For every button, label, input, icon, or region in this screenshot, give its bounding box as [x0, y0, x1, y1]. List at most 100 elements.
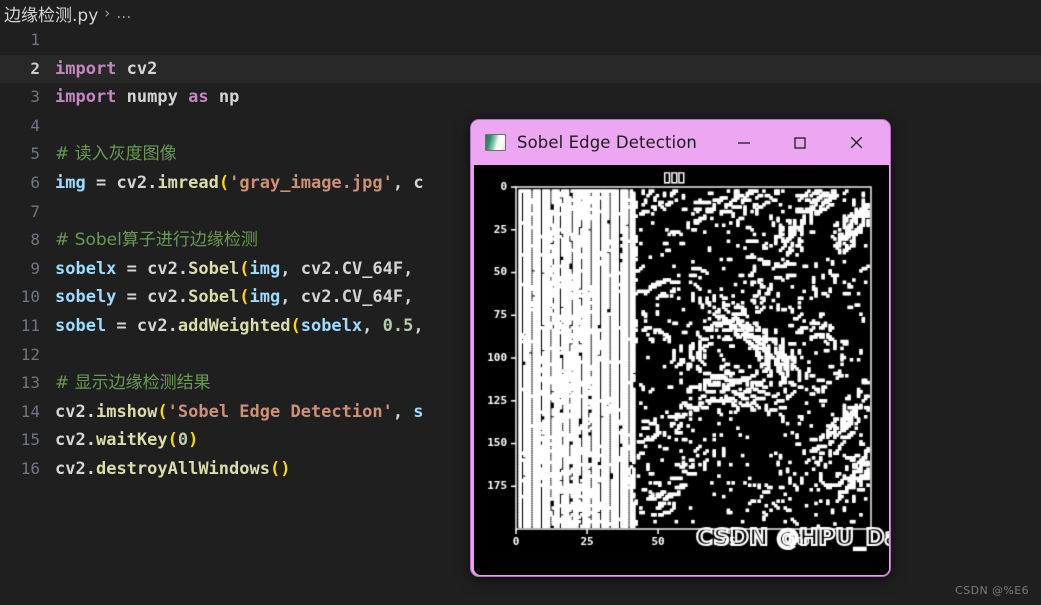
token-id: cv2: [300, 287, 332, 308]
token-op: .: [147, 172, 158, 193]
token-op: =: [116, 258, 148, 279]
code-text: img = cv2.imread('gray_image.jpg', c: [55, 169, 424, 198]
token-op: .: [167, 315, 178, 336]
token-id: cv2: [136, 315, 168, 336]
line-number: 11: [20, 315, 40, 335]
token-str: 'Sobel Edge Detection': [167, 401, 393, 422]
token-op: .: [85, 401, 96, 422]
app-root: 边缘检测.py › … 1 2 import cv2 3 import numpy as…: [0, 0, 1041, 605]
token-op: [178, 87, 188, 107]
token-var: img: [249, 258, 281, 279]
breadcrumb-more-button[interactable]: …: [116, 4, 132, 22]
token-par: (: [167, 430, 178, 451]
token-fn: Sobel: [188, 258, 240, 279]
code-text: import cv2: [55, 55, 157, 84]
csdn-watermark: CSDN @%E6: [955, 584, 1029, 597]
token-var: img: [55, 172, 86, 193]
token-cmt: # 读入灰度图像: [55, 144, 177, 165]
window-controls: [716, 120, 884, 165]
breadcrumb-filename[interactable]: 边缘检测.py: [4, 1, 98, 26]
code-line[interactable]: 1: [0, 26, 1041, 55]
token-id: cv2: [55, 430, 86, 451]
token-id: numpy: [126, 87, 178, 108]
code-line[interactable]: 3 import numpy as np: [0, 83, 1041, 112]
token-id: cv2: [116, 172, 148, 193]
token-op: ,: [403, 287, 414, 308]
line-number: 8: [30, 230, 40, 250]
line-number: 14: [20, 401, 40, 421]
token-id: cv2: [55, 401, 86, 422]
token-par: (: [157, 401, 168, 422]
token-fn: waitKey: [95, 430, 168, 451]
code-line[interactable]: 2 import cv2: [0, 54, 1041, 84]
token-par: (): [269, 458, 291, 479]
breadcrumb-separator-icon: ›: [104, 4, 111, 22]
token-id: cv2: [126, 58, 158, 79]
code-text: # Sobel算子进行边缘检测: [55, 226, 258, 255]
minimize-button[interactable]: [716, 120, 772, 165]
token-par: (: [290, 315, 301, 336]
token-par: ): [188, 430, 199, 451]
opencv-image-icon: [485, 134, 506, 151]
token-op: =: [85, 172, 117, 193]
token-id: cv2: [147, 258, 178, 279]
token-var: img: [249, 287, 281, 308]
token-op: .: [85, 430, 96, 451]
token-id: cv2: [300, 258, 332, 279]
token-kw: import: [55, 87, 117, 108]
token-op: ,: [392, 401, 414, 422]
token-op: ,: [362, 315, 383, 336]
token-id: c: [413, 172, 424, 193]
token-op: ,: [280, 287, 301, 308]
token-var: s: [413, 401, 424, 422]
code-text: sobelx = cv2.Sobel(img, cv2.CV_64F,: [55, 255, 413, 284]
token-op: ,: [392, 172, 414, 193]
token-kw: import: [55, 58, 117, 79]
token-op: [116, 59, 126, 79]
token-op: =: [116, 287, 148, 308]
breadcrumb[interactable]: 边缘检测.py › …: [0, 0, 1041, 26]
line-number: 2: [30, 58, 40, 78]
image-display-area[interactable]: [474, 165, 889, 575]
token-op: [209, 87, 219, 107]
code-text: import numpy as np: [55, 83, 239, 112]
token-cmt: # Sobel算子进行边缘检测: [55, 230, 258, 251]
window-titlebar[interactable]: Sobel Edge Detection: [471, 120, 890, 165]
token-op: ,: [280, 258, 301, 279]
window-title: Sobel Edge Detection: [517, 133, 697, 152]
token-var: sobelx: [300, 315, 363, 336]
token-op: .: [331, 258, 342, 279]
token-op: .: [177, 287, 189, 308]
token-id: CV_64F: [341, 287, 404, 308]
token-fn: addWeighted: [177, 315, 291, 336]
code-text: sobely = cv2.Sobel(img, cv2.CV_64F,: [55, 283, 413, 312]
line-number: 4: [30, 115, 40, 135]
opencv-imshow-window[interactable]: Sobel Edge Detection: [470, 119, 891, 577]
token-var: sobelx: [55, 258, 117, 279]
token-op: [116, 87, 126, 107]
line-number: 7: [30, 201, 40, 221]
line-number: 16: [20, 458, 40, 478]
line-number: 13: [20, 373, 40, 393]
code-text: # 显示边缘检测结果: [55, 369, 211, 398]
code-text: cv2.waitKey(0): [55, 426, 198, 455]
code-text: cv2.destroyAllWindows(): [55, 455, 290, 484]
token-fn: destroyAllWindows: [95, 458, 270, 479]
token-par: (: [239, 258, 250, 279]
line-number: 12: [20, 344, 40, 364]
code-text: sobel = cv2.addWeighted(sobelx, 0.5,: [55, 312, 424, 341]
token-num: 0: [177, 430, 189, 451]
sobel-edge-result-image: [474, 165, 889, 575]
token-op: ,: [413, 315, 424, 336]
token-num: 0.5: [382, 315, 414, 336]
token-par: (: [218, 172, 230, 193]
token-cmt: # 显示边缘检测结果: [55, 373, 211, 394]
line-number: 9: [30, 258, 40, 278]
token-id: np: [218, 87, 240, 108]
line-number: 5: [30, 144, 40, 164]
token-fn: imshow: [95, 401, 158, 422]
maximize-button[interactable]: [772, 120, 828, 165]
close-button[interactable]: [828, 120, 884, 165]
token-id: cv2: [55, 458, 86, 479]
token-id: cv2: [147, 287, 178, 308]
